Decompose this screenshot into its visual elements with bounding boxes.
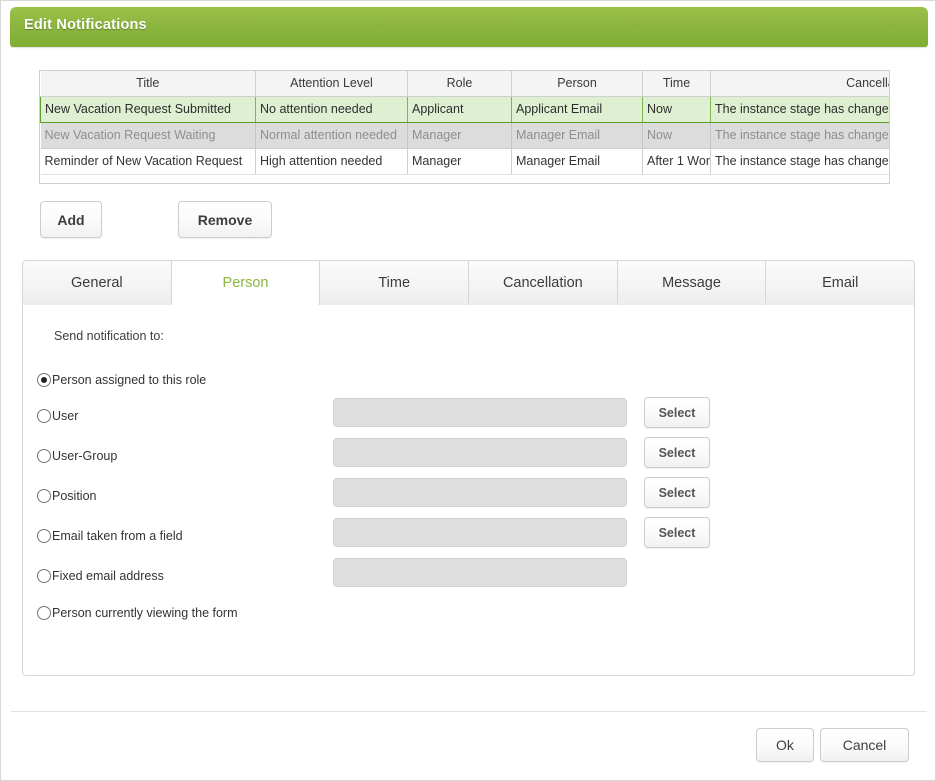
email-from-field-select-button[interactable]: Select — [644, 517, 710, 548]
email-from-field-input[interactable] — [333, 518, 627, 547]
user-select-button[interactable]: Select — [644, 397, 710, 428]
tab-label: General — [71, 275, 123, 291]
notifications-grid[interactable]: Title Attention Level Role Person Time C… — [39, 70, 890, 184]
cell-time: Now — [642, 95, 711, 123]
page-title: Edit Notifications — [24, 17, 147, 33]
radio-label: User — [52, 409, 79, 423]
radio-label: Person currently viewing the form — [52, 606, 238, 620]
radio-label: Email taken from a field — [52, 529, 183, 543]
radio-row-email-from-field[interactable]: Email taken from a field — [37, 521, 183, 551]
table-row[interactable]: Reminder of New Vacation Request High at… — [40, 148, 889, 175]
tab-label: Time — [378, 275, 411, 291]
add-button[interactable]: Add — [40, 201, 102, 238]
position-input[interactable] — [333, 478, 627, 507]
radio-row-person-viewing-form[interactable]: Person currently viewing the form — [37, 598, 238, 628]
user-input[interactable] — [333, 398, 627, 427]
cell-cancellation: The instance stage has changed — [710, 148, 889, 175]
grid-column-header-cancellation[interactable]: Cancellation — [710, 71, 889, 97]
user-group-select-button[interactable]: Select — [644, 437, 710, 468]
cell-title: New Vacation Request Submitted — [40, 95, 256, 123]
position-select-button[interactable]: Select — [644, 477, 710, 508]
person-tab-panel: Send notification to: Person assigned to… — [22, 305, 915, 676]
grid-column-header-attention-level[interactable]: Attention Level — [255, 71, 408, 97]
ok-button[interactable]: Ok — [756, 728, 814, 762]
radio-person-assigned-to-role-icon[interactable] — [37, 373, 51, 387]
cell-cancellation: The instance stage has changed — [710, 122, 889, 149]
cell-title: New Vacation Request Waiting — [40, 122, 256, 149]
radio-fixed-email-icon[interactable] — [37, 569, 51, 583]
radio-user-group-icon[interactable] — [37, 449, 51, 463]
radio-row-user-group[interactable]: User-Group — [37, 441, 117, 471]
radio-row-user[interactable]: User — [37, 401, 78, 431]
grid-column-header-time[interactable]: Time — [642, 71, 711, 97]
cell-person: Manager Email — [511, 122, 643, 149]
grid-header-row: Title Attention Level Role Person Time C… — [40, 71, 889, 97]
radio-person-viewing-form-icon[interactable] — [37, 606, 51, 620]
radio-label: Person assigned to this role — [52, 373, 207, 387]
tab-label: Email — [822, 275, 859, 291]
table-row[interactable]: New Vacation Request Submitted No attent… — [40, 95, 889, 123]
radio-row-position[interactable]: Position — [37, 481, 96, 511]
cell-role: Manager — [407, 148, 512, 175]
tab-label: Cancellation — [502, 275, 583, 291]
cell-time: After 1 Working Day — [642, 148, 711, 175]
cell-role: Applicant — [407, 95, 512, 123]
radio-position-icon[interactable] — [37, 489, 51, 503]
dialog-title-bar: Edit Notifications — [10, 7, 928, 47]
radio-label: Position — [52, 489, 97, 503]
cell-title: Reminder of New Vacation Request — [40, 148, 256, 175]
radio-row-fixed-email[interactable]: Fixed email address — [37, 561, 164, 591]
tab-person[interactable]: Person — [171, 260, 321, 306]
tab-message[interactable]: Message — [617, 260, 767, 306]
tab-email[interactable]: Email — [766, 260, 916, 306]
table-row[interactable]: New Vacation Request Waiting Normal atte… — [40, 122, 889, 149]
cell-attention-level: High attention needed — [255, 148, 408, 175]
tab-label: Message — [662, 275, 721, 291]
cell-person: Manager Email — [511, 148, 643, 175]
edit-notifications-dialog: Edit Notifications Title Attention Level… — [0, 0, 936, 781]
remove-button[interactable]: Remove — [178, 201, 272, 238]
user-group-input[interactable] — [333, 438, 627, 467]
radio-label: Fixed email address — [52, 569, 164, 583]
radio-user-icon[interactable] — [37, 409, 51, 423]
cell-person: Applicant Email — [511, 95, 643, 123]
cell-cancellation: The instance stage has changed — [710, 95, 889, 123]
grid-column-header-role[interactable]: Role — [407, 71, 512, 97]
send-notification-to-label: Send notification to: — [54, 329, 164, 343]
fixed-email-input[interactable] — [333, 558, 627, 587]
cell-time: Now — [642, 122, 711, 149]
cell-attention-level: Normal attention needed — [255, 122, 408, 149]
radio-email-from-field-icon[interactable] — [37, 529, 51, 543]
cancel-button[interactable]: Cancel — [820, 728, 909, 762]
tab-bar: General Person Time Cancellation Message… — [22, 260, 916, 306]
grid-column-header-title[interactable]: Title — [40, 71, 256, 97]
footer-divider — [11, 711, 927, 712]
tab-general[interactable]: General — [22, 260, 172, 306]
cell-attention-level: No attention needed — [255, 95, 408, 123]
tab-label: Person — [222, 275, 269, 291]
cell-role: Manager — [407, 122, 512, 149]
grid-column-header-person[interactable]: Person — [511, 71, 643, 97]
radio-label: User-Group — [52, 449, 118, 463]
tab-time[interactable]: Time — [320, 260, 470, 306]
radio-row-person-assigned-to-role[interactable]: Person assigned to this role — [37, 365, 206, 395]
tab-cancellation[interactable]: Cancellation — [469, 260, 618, 306]
